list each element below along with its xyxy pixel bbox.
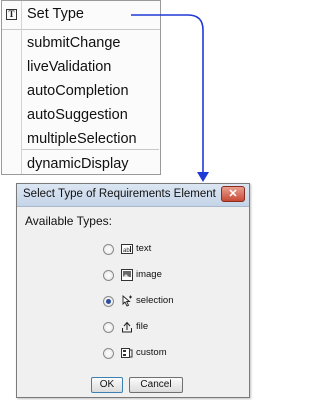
radio-text[interactable] bbox=[103, 244, 114, 255]
ok-button[interactable]: OK bbox=[91, 377, 123, 393]
svg-text:ab: ab bbox=[123, 248, 130, 254]
close-button[interactable]: ✕ bbox=[221, 186, 245, 202]
option-custom-label: custom bbox=[136, 347, 167, 358]
radio-file[interactable] bbox=[103, 322, 114, 333]
upload-icon bbox=[121, 321, 133, 333]
option-selection-label: selection bbox=[136, 295, 174, 306]
text-field-icon: ab bbox=[121, 243, 133, 255]
available-types-label: Available Types: bbox=[25, 214, 112, 228]
custom-icon bbox=[121, 347, 133, 359]
radio-image[interactable] bbox=[103, 270, 114, 281]
option-text-label: text bbox=[136, 243, 152, 254]
option-image-label: image bbox=[136, 269, 162, 280]
dialog-titlebar[interactable]: Select Type of Requirements Element ✕ bbox=[17, 184, 249, 207]
radio-custom[interactable] bbox=[103, 348, 114, 359]
pointer-icon bbox=[121, 295, 133, 307]
image-icon bbox=[121, 269, 133, 281]
option-file-label: file bbox=[136, 321, 149, 332]
select-type-dialog: Select Type of Requirements Element ✕ Av… bbox=[16, 183, 250, 398]
cancel-button[interactable]: Cancel bbox=[129, 377, 183, 393]
dialog-title: Select Type of Requirements Element bbox=[23, 188, 216, 200]
radio-selection[interactable] bbox=[103, 296, 114, 307]
